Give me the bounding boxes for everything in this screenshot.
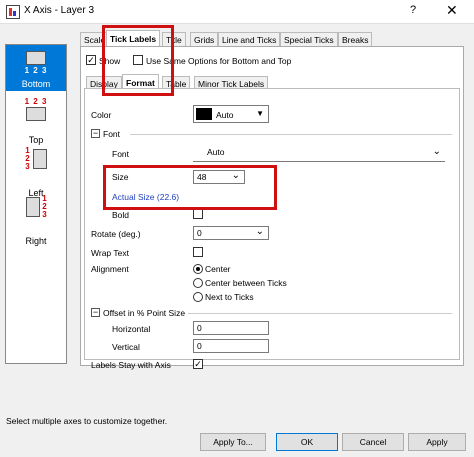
font-label: Font — [112, 149, 130, 159]
axis-label: Bottom — [21, 79, 51, 89]
bold-checkbox[interactable] — [193, 209, 203, 219]
vertical-input[interactable]: 0 — [193, 339, 269, 353]
collapse-offset-icon[interactable]: − — [91, 308, 100, 317]
rotate-label: Rotate (deg.) — [91, 229, 141, 239]
section-divider — [188, 313, 452, 314]
status-text: Select multiple axes to customize togeth… — [6, 416, 168, 426]
rotate-value: 0 — [197, 228, 202, 238]
rotate-combobox[interactable]: 0 ⌄ — [193, 226, 269, 240]
ok-button[interactable]: OK — [276, 433, 338, 451]
axis-numbers: 1 2 3 — [24, 97, 48, 106]
color-value: Auto — [216, 110, 234, 120]
apply-to-button[interactable]: Apply To... — [200, 433, 266, 451]
size-combobox[interactable]: 48 ⌄ — [193, 170, 245, 184]
axis-item-bottom[interactable]: 1 2 3 Bottom — [6, 45, 66, 91]
title-bar: X Axis - Layer 3 ? ✕ — [0, 0, 474, 24]
align-between-ticks-radio[interactable] — [193, 278, 203, 288]
right-axis-icon — [26, 197, 40, 217]
top-axis-icon — [26, 107, 46, 121]
window-title: X Axis - Layer 3 — [24, 5, 95, 16]
alignment-label: Alignment — [91, 264, 129, 274]
offset-section-label: Offset in % Point Size — [103, 308, 186, 318]
axis-label: Top — [28, 135, 44, 145]
align-between-ticks-label: Center between Ticks — [205, 278, 287, 288]
actual-size-text: Actual Size (22.6) — [112, 192, 180, 202]
align-center-label: Center — [205, 264, 231, 274]
axis-item-left[interactable]: 1 2 3 Left — [6, 145, 66, 198]
chevron-down-icon: ⌄ — [255, 226, 264, 237]
show-checkbox[interactable]: ✓ — [86, 55, 96, 65]
tab-title[interactable]: Title — [162, 32, 186, 46]
axis-numbers: 1 2 3 — [25, 146, 31, 171]
tab-special-ticks[interactable]: Special Ticks — [280, 32, 338, 46]
color-swatch — [196, 108, 212, 120]
left-axis-icon — [33, 149, 47, 169]
close-icon[interactable]: ✕ — [446, 2, 458, 19]
main-tab-strip: Scale Tick Labels Title Grids Line and T… — [80, 30, 464, 46]
same-options-label: Use Same Options for Bottom and Top — [146, 56, 292, 66]
size-value: 48 — [197, 172, 207, 182]
horizontal-label: Horizontal — [112, 324, 151, 334]
axis-item-right[interactable]: 1 2 3 Right — [6, 193, 66, 247]
wrap-text-checkbox[interactable] — [193, 247, 203, 257]
collapse-font-icon[interactable]: − — [91, 129, 100, 138]
show-label: Show — [99, 56, 121, 66]
axis-item-top[interactable]: 1 2 3 Top — [6, 95, 66, 145]
font-dropdown[interactable]: Auto ⌄ — [193, 144, 445, 162]
color-label: Color — [91, 110, 112, 120]
apply-button[interactable]: Apply — [408, 433, 466, 451]
tab-grids[interactable]: Grids — [190, 32, 219, 46]
labels-stay-checkbox[interactable]: ✓ — [193, 359, 203, 369]
wrap-text-label: Wrap Text — [91, 248, 129, 258]
tab-scale[interactable]: Scale — [80, 32, 110, 46]
axis-numbers: 1 2 3 — [42, 194, 48, 219]
chevron-down-icon: ⌄ — [432, 146, 441, 157]
color-dropdown[interactable]: Auto ▼ — [193, 105, 269, 123]
same-options-checkbox[interactable] — [133, 55, 143, 65]
align-next-to-ticks-radio[interactable] — [193, 292, 203, 302]
axis-label: Right — [25, 236, 47, 246]
tab-tick-labels[interactable]: Tick Labels — [106, 30, 161, 46]
axis-numbers: 1 2 3 — [24, 66, 48, 75]
chevron-down-icon: ⌄ — [231, 170, 240, 181]
size-label: Size — [112, 172, 129, 182]
labels-stay-label: Labels Stay with Axis — [91, 360, 171, 370]
help-button[interactable]: ? — [410, 4, 416, 16]
font-section-label: Font — [103, 129, 121, 139]
align-center-radio[interactable] — [193, 264, 203, 274]
tab-breaks[interactable]: Breaks — [338, 32, 373, 46]
font-value: Auto — [207, 147, 225, 157]
origin-app-icon — [6, 5, 20, 19]
section-divider — [130, 134, 452, 135]
chevron-down-icon: ▼ — [256, 109, 264, 118]
format-panel — [84, 88, 460, 360]
horizontal-input[interactable]: 0 — [193, 321, 269, 335]
cancel-button[interactable]: Cancel — [342, 433, 404, 451]
vertical-label: Vertical — [112, 342, 140, 352]
bottom-axis-icon — [26, 51, 46, 65]
align-next-to-ticks-label: Next to Ticks — [205, 292, 254, 302]
tab-line-and-ticks[interactable]: Line and Ticks — [218, 32, 281, 46]
axis-selector-list[interactable]: 1 2 3 Bottom 1 2 3 Top 1 2 3 Left 1 2 3 … — [5, 44, 67, 364]
bold-label: Bold — [112, 210, 130, 220]
